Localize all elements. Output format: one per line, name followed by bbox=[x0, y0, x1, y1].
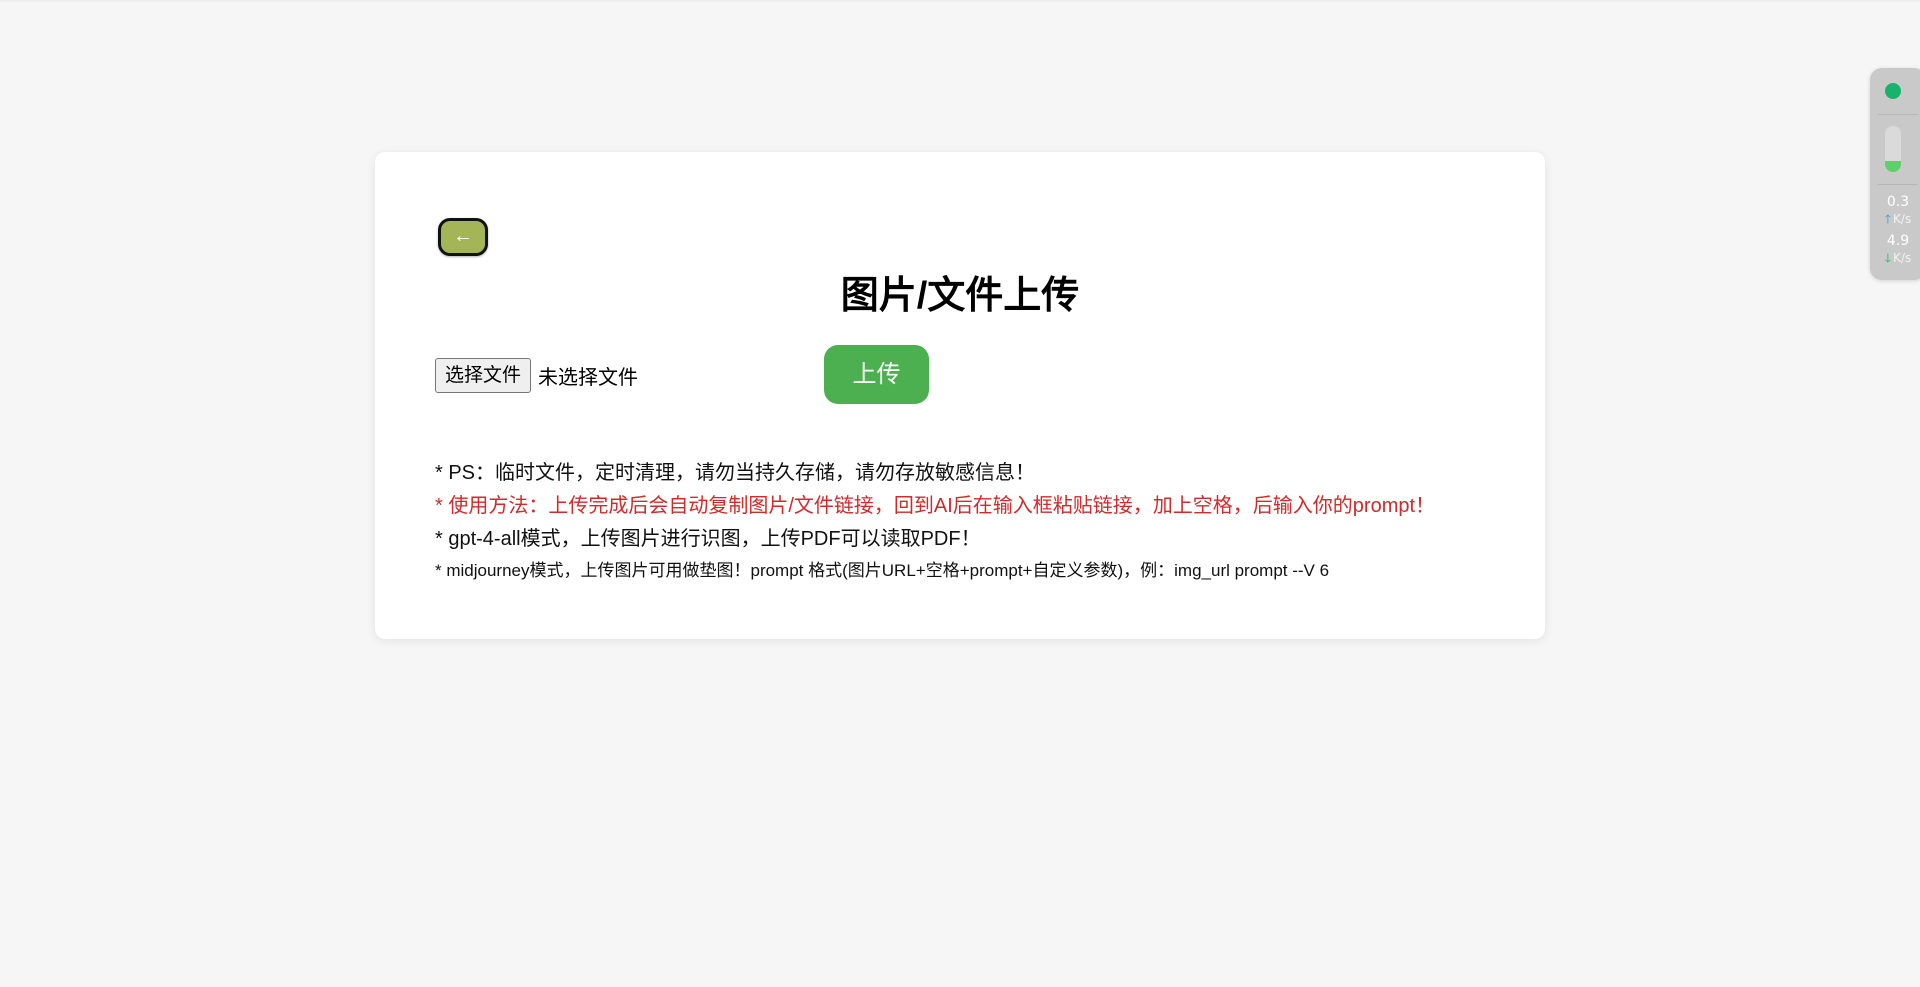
level-bar-fill bbox=[1885, 160, 1901, 172]
choose-file-button[interactable]: 选择文件 bbox=[435, 358, 532, 393]
file-input[interactable]: 选择文件 未选择文件 bbox=[435, 358, 638, 393]
download-speed-value: 4.9 bbox=[1886, 233, 1910, 249]
download-unit-label: K/s bbox=[1893, 251, 1912, 265]
note-midjourney: * midjourney模式，上传图片可用做垫图！prompt 格式(图片URL… bbox=[435, 561, 1330, 580]
upload-speed-value: 0.3 bbox=[1886, 194, 1910, 210]
back-button[interactable]: ← bbox=[438, 218, 488, 256]
page-title: 图片/文件上传 bbox=[840, 275, 1080, 317]
notes-list: * PS：临时文件，定时清理，请勿当持久存储，请勿存放敏感信息！ * 使用方法：… bbox=[435, 457, 1525, 585]
widget-divider bbox=[1878, 184, 1918, 185]
upload-button[interactable]: 上传 bbox=[824, 345, 929, 404]
upload-speed-unit: 🡑 K/s bbox=[1874, 210, 1920, 231]
arrow-up-icon: 🡑 bbox=[1884, 212, 1892, 226]
top-strip bbox=[0, 0, 1920, 2]
upload-unit-label: K/s bbox=[1893, 212, 1912, 226]
note-usage: * 使用方法：上传完成后会自动复制图片/文件链接，回到AI后在输入框粘贴链接，加… bbox=[435, 495, 1436, 517]
download-speed-unit: 🡓 K/s bbox=[1874, 249, 1920, 270]
status-dot-icon bbox=[1885, 83, 1901, 99]
note-gpt4all: * gpt-4-all模式，上传图片进行识图，上传PDF可以读取PDF！ bbox=[435, 528, 981, 550]
network-speed-widget[interactable]: 0.3 🡑 K/s 4.9 🡓 K/s bbox=[1870, 68, 1920, 280]
upload-card: ← 图片/文件上传 选择文件 未选择文件 上传 * PS：临时文件，定时清理，请… bbox=[375, 152, 1545, 639]
note-ps: * PS：临时文件，定时清理，请勿当持久存储，请勿存放敏感信息！ bbox=[435, 462, 1036, 484]
arrow-down-icon: 🡓 bbox=[1884, 251, 1892, 265]
file-status-text: 未选择文件 bbox=[538, 367, 639, 389]
level-bar bbox=[1885, 126, 1901, 172]
widget-divider bbox=[1878, 114, 1918, 115]
